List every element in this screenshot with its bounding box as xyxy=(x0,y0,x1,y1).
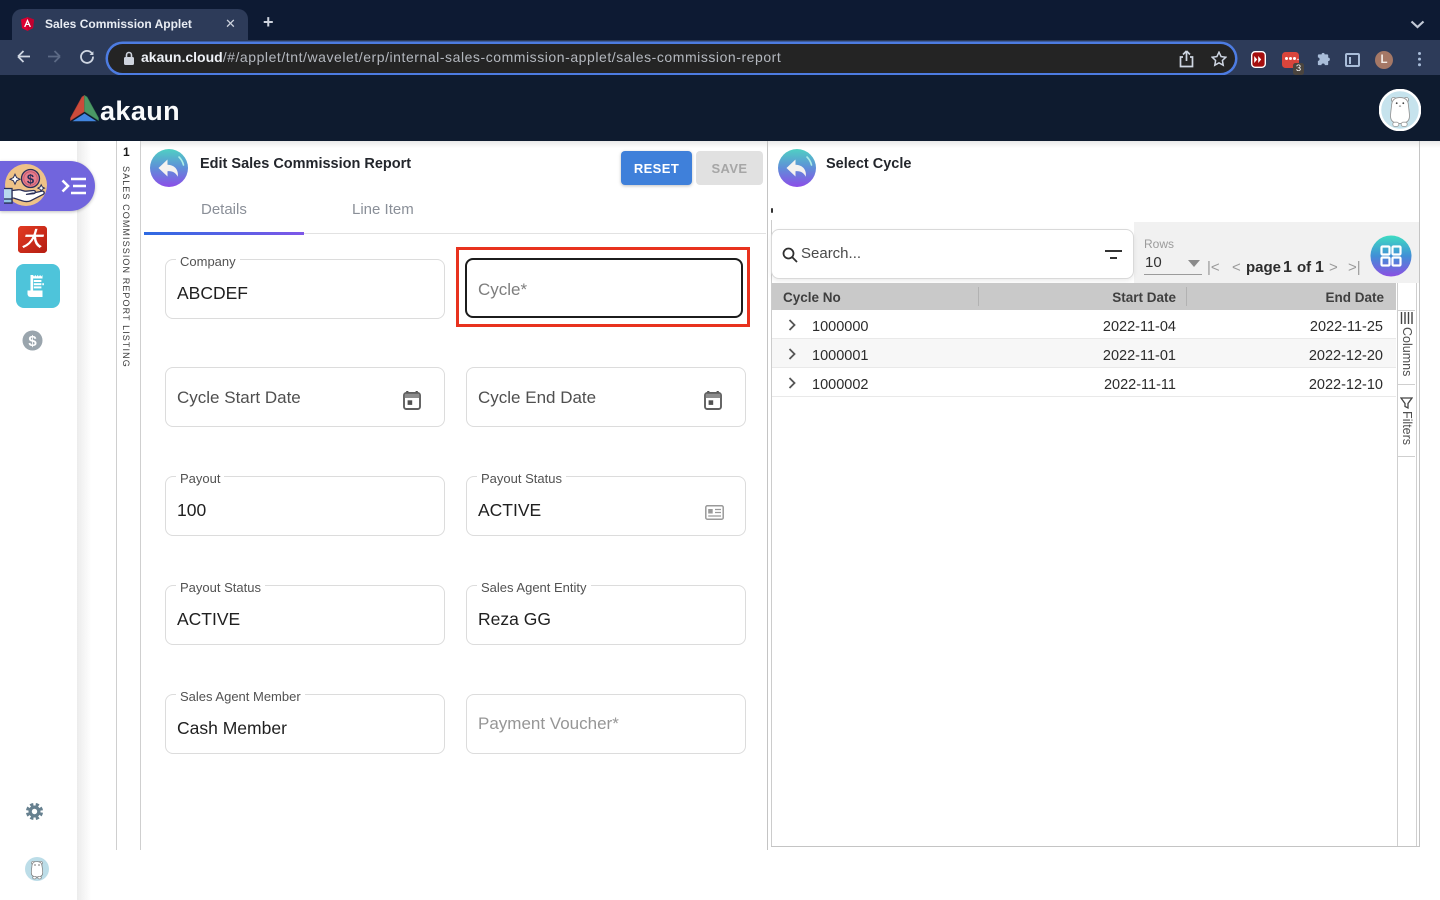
svg-text:$: $ xyxy=(28,333,37,350)
svg-text:$: $ xyxy=(27,172,35,187)
svg-text:大: 大 xyxy=(22,228,45,251)
